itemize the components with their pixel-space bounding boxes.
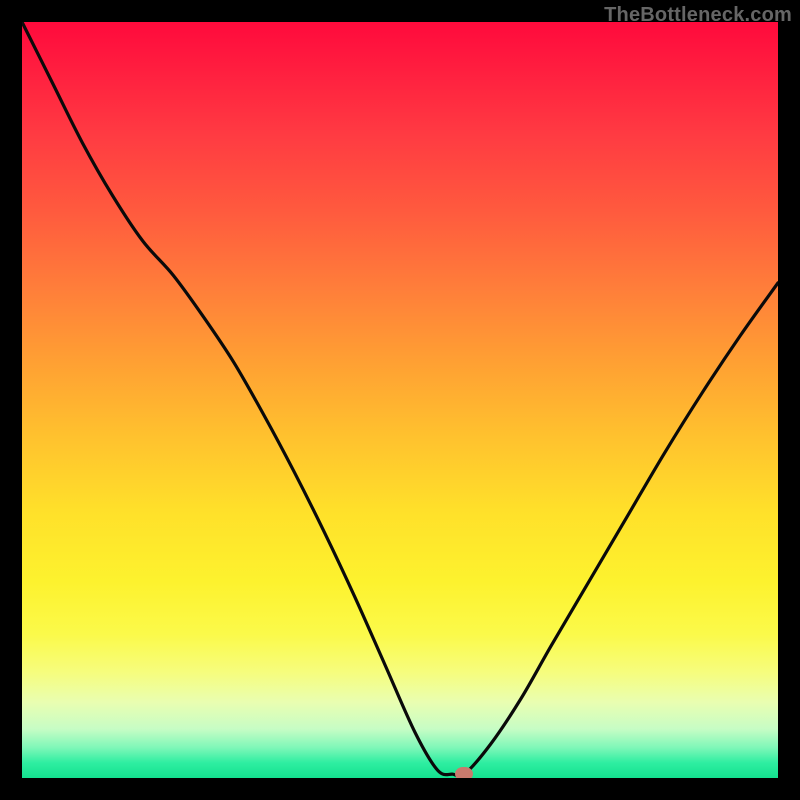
optimal-point-marker bbox=[455, 767, 473, 778]
watermark-label: TheBottleneck.com bbox=[604, 4, 792, 27]
bottleneck-curve bbox=[22, 22, 778, 777]
curve-svg bbox=[22, 22, 778, 778]
chart-frame: TheBottleneck.com bbox=[0, 0, 800, 800]
plot-area bbox=[22, 22, 778, 778]
